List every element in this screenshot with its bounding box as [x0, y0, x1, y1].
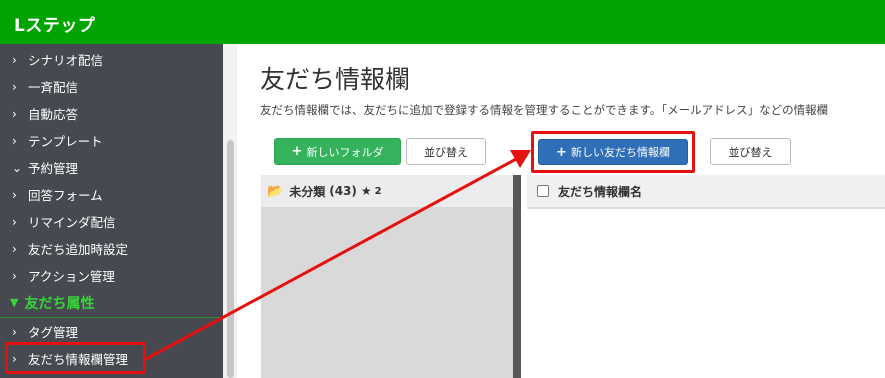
sidebar-item-label: アクション管理: [28, 269, 115, 284]
star-icon: ★: [360, 184, 372, 198]
sidebar-item-label: 予約管理: [28, 161, 79, 176]
chevron-right-icon: ›: [12, 241, 17, 256]
sidebar-item-tag-management[interactable]: › タグ管理: [0, 318, 223, 345]
sort-folders-label: 並び替え: [424, 145, 468, 159]
chevron-right-icon: ›: [12, 214, 17, 229]
sidebar-item-auto-reply[interactable]: › 自動応答: [0, 100, 223, 127]
star-count: 2: [374, 185, 382, 197]
sidebar-item-templates[interactable]: › テンプレート: [0, 127, 223, 154]
folder-name: 未分類: [289, 184, 326, 199]
sidebar-item-label: 友だち追加時設定: [28, 242, 129, 257]
triangle-down-icon: ▼: [10, 296, 19, 309]
plus-icon: +: [291, 144, 303, 159]
sidebar-item-friend-add-settings[interactable]: › 友だち追加時設定: [0, 235, 223, 262]
sidebar-item-label: 自動応答: [28, 107, 79, 122]
chevron-right-icon: ›: [12, 52, 17, 67]
sidebar-scrollbar-thumb[interactable]: [227, 140, 234, 378]
arrow-head-icon: [510, 150, 531, 168]
sidebar-item-label: シナリオ配信: [28, 53, 104, 68]
sidebar-item-answer-forms[interactable]: › 回答フォーム: [0, 181, 223, 208]
panel-resize-handle[interactable]: [513, 175, 521, 378]
page-description: 友だち情報欄では、友だちに追加で登録する情報を管理することができます。「メールア…: [260, 103, 829, 117]
chevron-right-icon: ›: [12, 79, 17, 94]
highlight-box-new-field-button: [531, 131, 695, 173]
sidebar-item-reservations[interactable]: ⌄ 予約管理: [0, 154, 223, 181]
sidebar-item-label: 一斉配信: [28, 80, 79, 95]
chevron-right-icon: ›: [12, 324, 17, 339]
list-header: 友だち情報欄名: [527, 175, 885, 209]
highlight-box-sidebar-item: [5, 342, 146, 374]
folder-item-uncategorized[interactable]: 📂 未分類 (43) ★ 2: [261, 175, 513, 207]
sort-fields-label: 並び替え: [728, 145, 773, 159]
sidebar-item-label: タグ管理: [28, 325, 79, 340]
new-folder-button[interactable]: + 新しいフォルダ: [274, 138, 401, 165]
page-title: 友だち情報欄: [260, 65, 411, 94]
sidebar: › シナリオ配信 › 一斉配信 › 自動応答 › テンプレート ⌄ 予約管理 ›…: [0, 44, 223, 378]
brand-logo[interactable]: Lステップ: [14, 11, 95, 36]
sidebar-item-broadcast[interactable]: › 一斉配信: [0, 73, 223, 100]
sidebar-section-friend-attributes[interactable]: ▼ 友だち属性: [0, 288, 223, 318]
chevron-right-icon: ›: [12, 133, 17, 148]
field-list: [527, 209, 885, 378]
chevron-right-icon: ›: [12, 106, 17, 121]
sidebar-item-label: 回答フォーム: [28, 188, 103, 203]
sort-folders-button[interactable]: 並び替え: [406, 138, 486, 165]
chevron-down-icon: ⌄: [12, 160, 23, 175]
new-folder-label: 新しいフォルダ: [306, 145, 384, 159]
folder-count: (43): [329, 184, 357, 198]
column-header-field-name[interactable]: 友だち情報欄名: [558, 183, 642, 200]
sidebar-item-reminders[interactable]: › リマインダ配信: [0, 208, 223, 235]
chevron-right-icon: ›: [12, 187, 17, 202]
sidebar-section-label: 友だち属性: [24, 295, 95, 312]
sidebar-item-label: リマインダ配信: [28, 215, 116, 230]
folder-open-icon: 📂: [267, 183, 284, 199]
select-all-checkbox[interactable]: [537, 185, 549, 197]
sort-fields-button[interactable]: 並び替え: [710, 138, 791, 165]
chevron-right-icon: ›: [12, 268, 17, 283]
top-bar: Lステップ: [0, 0, 885, 44]
sidebar-item-action-management[interactable]: › アクション管理: [0, 262, 223, 289]
sidebar-item-scenario[interactable]: › シナリオ配信: [0, 46, 223, 73]
sidebar-item-label: テンプレート: [28, 134, 103, 149]
